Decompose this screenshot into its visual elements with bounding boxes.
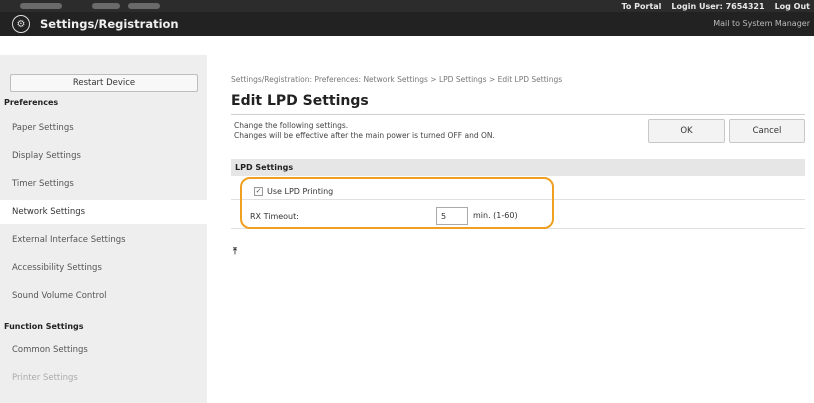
sidebar-item-timer-settings[interactable]: Timer Settings [0,172,207,196]
main-content: Settings/Registration: Preferences: Netw… [207,55,814,403]
top-strip: To Portal Login User: 7654321 Log Out [0,0,814,12]
sidebar-item-paper-settings[interactable]: Paper Settings [0,116,207,140]
sidebar-item-printer-settings[interactable]: Printer Settings [0,366,207,390]
blurred-tab [20,3,62,9]
breadcrumb: Settings/Registration: Preferences: Netw… [231,75,563,84]
sidebar-item-accessibility-settings[interactable]: Accessibility Settings [0,256,207,280]
mail-to-system-manager-link[interactable]: Mail to System Manager [713,19,810,28]
page-title: Edit LPD Settings [231,93,369,109]
login-user-label: Login User: [671,1,723,11]
sidebar-item-external-interface-settings[interactable]: External Interface Settings [0,228,207,252]
description: Change the following settings. Changes w… [234,121,495,141]
settings-gear-icon: ⚙ [12,15,30,33]
sidebar-item-display-settings[interactable]: Display Settings [0,144,207,168]
cancel-button[interactable]: Cancel [729,119,805,143]
logout-link[interactable]: Log Out [775,2,810,11]
function-settings-heading: Function Settings [4,322,84,331]
login-user-text: Login User: 7654321 [671,2,764,11]
lpd-settings-section-header: LPD Settings [231,159,805,176]
preferences-heading: Preferences [4,98,59,107]
description-line-1: Change the following settings. [234,121,349,130]
ok-button[interactable]: OK [648,119,725,143]
blurred-tab [128,3,160,9]
blurred-tab [92,3,120,9]
sidebar-item-common-settings[interactable]: Common Settings [0,338,207,362]
app-title: Settings/Registration [40,17,179,31]
login-user-value: 7654321 [725,1,765,11]
arrow-up-to-top-icon[interactable]: ⤒ [233,247,237,257]
title-divider [231,114,805,115]
top-links: To Portal Login User: 7654321 Log Out [621,0,810,12]
header-row: ⚙ Settings/Registration Mail to System M… [0,12,814,36]
sidebar: Restart Device Preferences Paper Setting… [0,55,207,403]
callout-highlight [240,177,554,229]
top-bar: To Portal Login User: 7654321 Log Out ⚙ … [0,0,814,36]
to-portal-link[interactable]: To Portal [621,2,661,11]
sidebar-item-network-settings[interactable]: Network Settings [0,200,207,224]
description-line-2: Changes will be effective after the main… [234,131,495,140]
restart-device-button[interactable]: Restart Device [10,74,198,92]
sidebar-item-sound-volume-control[interactable]: Sound Volume Control [0,284,207,308]
